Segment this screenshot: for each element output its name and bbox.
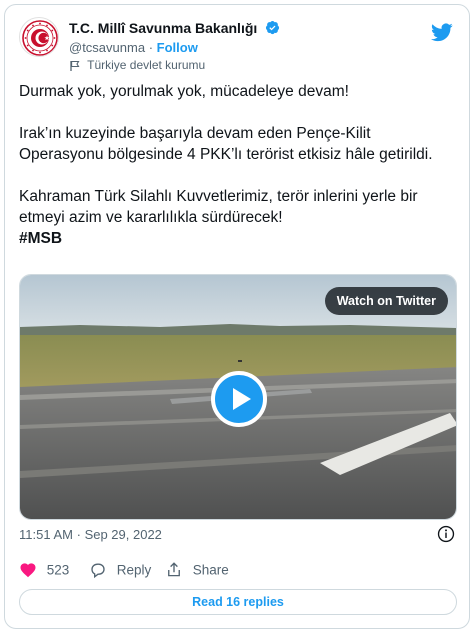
tweet-paragraph: Kahraman Türk Silahlı Kuvvetlerimiz, ter… [19,188,418,226]
reply-bubble-icon [91,563,105,579]
share-label: Share [192,562,229,578]
flag-icon [70,60,80,71]
author-handle[interactable]: @tcsavunma [69,40,145,55]
author-display-name[interactable]: T.C. Millî Savunma Bakanlığı [69,20,257,36]
follow-button[interactable]: Follow [157,40,198,55]
tweet-text: Durmak yok, yorulmak yok, mücadeleye dev… [19,81,453,249]
timestamp-separator: · [76,527,81,542]
handle-separator: · [148,40,154,55]
reply-label: Reply [116,562,152,578]
tweet-header: T.C. Millî Savunma Bakanlığı @tcsavunma … [19,15,455,72]
tweet-paragraph: Irak’ın kuzeyinde başarıyla devam eden P… [19,125,433,163]
verified-badge-icon [265,21,279,35]
ministry-seal-icon [22,20,58,56]
like-button[interactable]: 523 [19,561,69,579]
tweet-card: T.C. Millî Savunma Bakanlığı @tcsavunma … [4,4,470,629]
share-icon [168,562,180,577]
tweet-date: Sep 29, 2022 [84,527,162,542]
handle-row: @tcsavunma · Follow [69,40,280,55]
twitter-bird-icon[interactable] [431,21,453,43]
heart-icon [20,563,36,578]
read-replies-button[interactable]: Read 16 replies [19,589,457,615]
author-info: T.C. Millî Savunma Bakanlığı @tcsavunma … [69,19,280,72]
tweet-time: 11:51 AM [19,527,73,542]
tweet-timestamp[interactable]: 11:51 AM · Sep 29, 2022 [19,527,162,542]
like-count: 523 [46,562,70,578]
account-label-row: Türkiye devlet kurumu [69,58,280,72]
play-icon [233,388,251,410]
play-button[interactable] [211,371,267,427]
watch-on-twitter-button[interactable]: Watch on Twitter [324,287,448,315]
video-player[interactable]: Watch on Twitter [19,274,457,520]
tweet-paragraph: Durmak yok, yorulmak yok, mücadeleye dev… [19,83,349,100]
info-icon[interactable] [437,525,455,543]
reply-button[interactable]: Reply [89,561,151,579]
hashtag-link[interactable]: #MSB [19,228,453,249]
share-button[interactable]: Share [165,561,229,579]
avatar[interactable] [19,17,59,57]
account-label[interactable]: Türkiye devlet kurumu [87,58,205,72]
